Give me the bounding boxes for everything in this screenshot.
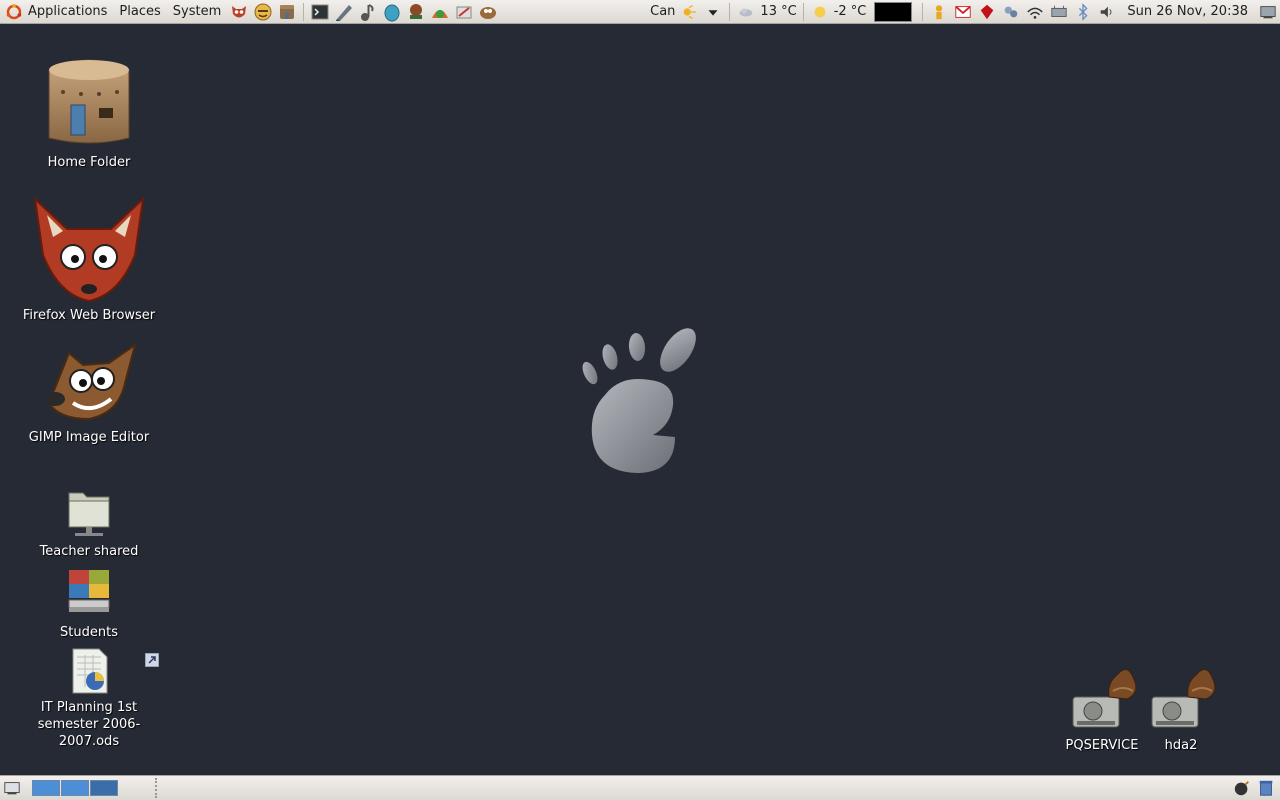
panel-handle[interactable] (155, 778, 158, 798)
gaim-launcher-icon[interactable] (253, 2, 273, 22)
trash-icon[interactable] (1256, 778, 1276, 798)
gimp-icon (45, 343, 137, 421)
wired-network-icon[interactable] (1049, 2, 1069, 22)
chevron-down-icon[interactable] (703, 2, 723, 22)
drive-icon (1151, 669, 1216, 728)
system-monitor-graph[interactable] (874, 1, 913, 22)
desktop[interactable]: Home Folder Firefox Web Browser GIMP Ima… (0, 25, 1280, 775)
separator (303, 2, 305, 21)
network-manager-icon[interactable] (1001, 2, 1021, 22)
terminal-launcher-icon[interactable] (310, 2, 330, 22)
desktop-icon-gimp[interactable]: GIMP Image Editor (19, 343, 159, 446)
symlink-arrow-icon (145, 653, 159, 667)
top-panel: Applications Places System Can 13 °C -2 … (0, 0, 1280, 24)
volume-icon[interactable] (1097, 2, 1117, 22)
weather-sun-icon[interactable] (679, 2, 699, 22)
workspace-2[interactable] (61, 780, 89, 796)
desktop-icon-firefox[interactable]: Firefox Web Browser (19, 195, 159, 324)
desktop-icon-label: IT Planning 1st semester 2006-2007.ods (37, 700, 141, 749)
separator (802, 2, 804, 21)
trash-bomb-icon[interactable] (1232, 778, 1252, 798)
spreadsheet-icon-wrapper (65, 647, 159, 695)
show-desktop-icon[interactable] (1258, 2, 1278, 22)
paint-launcher-icon[interactable] (454, 2, 474, 22)
applications-menu[interactable]: Applications (22, 0, 113, 24)
bottom-panel (0, 775, 1280, 800)
firefox-launcher-icon[interactable] (229, 2, 249, 22)
desktop-icon-students[interactable]: Students (19, 568, 159, 641)
gimp-launcher-icon[interactable] (478, 2, 498, 22)
places-menu[interactable]: Places (113, 0, 166, 24)
desktop-icon-label: Teacher shared (39, 544, 139, 559)
home-folder-icon (48, 59, 130, 144)
desktop-icon-hda2[interactable]: hda2 (1111, 663, 1251, 754)
workspace-1[interactable] (32, 780, 60, 796)
network-launcher-icon[interactable] (430, 2, 450, 22)
ubuntu-logo-icon[interactable] (6, 3, 22, 20)
separator (729, 2, 731, 21)
desktop-icon-label: Students (60, 625, 118, 640)
weather-location[interactable]: Can (648, 4, 677, 19)
firefox-icon (33, 196, 145, 303)
cloud-icon (736, 2, 756, 22)
desktop-icon-spreadsheet[interactable]: IT Planning 1st semester 2006-2007.ods (19, 647, 159, 750)
home-launcher-icon[interactable] (277, 2, 297, 22)
update-ruby-icon[interactable] (977, 2, 997, 22)
moon-icon (810, 2, 830, 22)
desktop-icon-label: Firefox Web Browser (22, 308, 156, 323)
separator (922, 2, 924, 21)
temperature-2[interactable]: -2 °C (832, 4, 869, 19)
desktop-icon-teacher-shared[interactable]: Teacher shared (19, 487, 159, 560)
desktop-icon-label: hda2 (1164, 738, 1198, 753)
clock[interactable]: Sun 26 Nov, 20:38 (1119, 4, 1256, 19)
network-folder-icon (68, 492, 110, 536)
students-folder-icon (68, 570, 110, 612)
gaim-status-icon[interactable] (929, 2, 949, 22)
desktop-icon-label: Home Folder (47, 155, 131, 170)
gnome-foot-icon (582, 328, 696, 473)
desktop-icon-label: GIMP Image Editor (28, 430, 150, 445)
workspace-switcher (32, 780, 119, 796)
show-desktop-button-icon[interactable] (2, 778, 22, 798)
music-player-launcher-icon[interactable] (358, 2, 378, 22)
workspace-3[interactable] (90, 780, 118, 796)
desktop-icon-home-folder[interactable]: Home Folder (19, 50, 159, 171)
gmail-icon[interactable] (953, 2, 973, 22)
game-launcher-icon[interactable] (406, 2, 426, 22)
system-menu[interactable]: System (167, 0, 227, 24)
bluetooth-icon[interactable] (1073, 2, 1093, 22)
wireless-icon[interactable] (1025, 2, 1045, 22)
spreadsheet-icon (72, 648, 108, 694)
text-editor-launcher-icon[interactable] (334, 2, 354, 22)
egg-launcher-icon[interactable] (382, 2, 402, 22)
temperature-1[interactable]: 13 °C (758, 4, 798, 19)
